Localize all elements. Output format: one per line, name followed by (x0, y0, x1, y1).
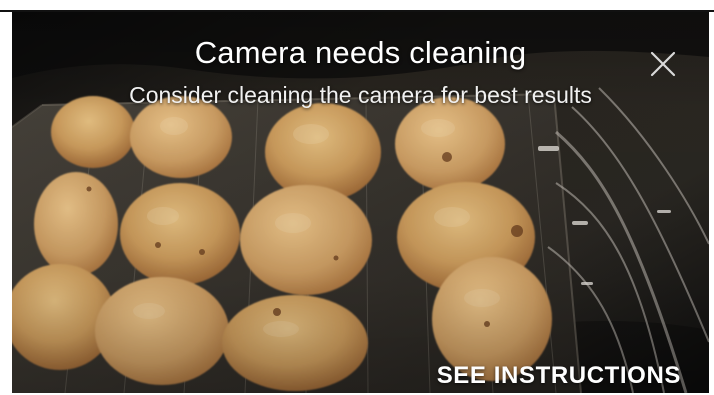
page-subtitle: Consider cleaning the camera for best re… (129, 82, 592, 108)
page-title: Camera needs cleaning (194, 35, 527, 70)
close-button[interactable] (648, 49, 678, 79)
see-instructions-button[interactable]: SEE INSTRUCTIONS (437, 363, 681, 389)
camera-preview: Camera needs cleaning Consider cleaning … (12, 12, 709, 393)
close-icon (650, 51, 676, 77)
camera-cleaning-screen: Camera needs cleaning Consider cleaning … (0, 0, 714, 395)
